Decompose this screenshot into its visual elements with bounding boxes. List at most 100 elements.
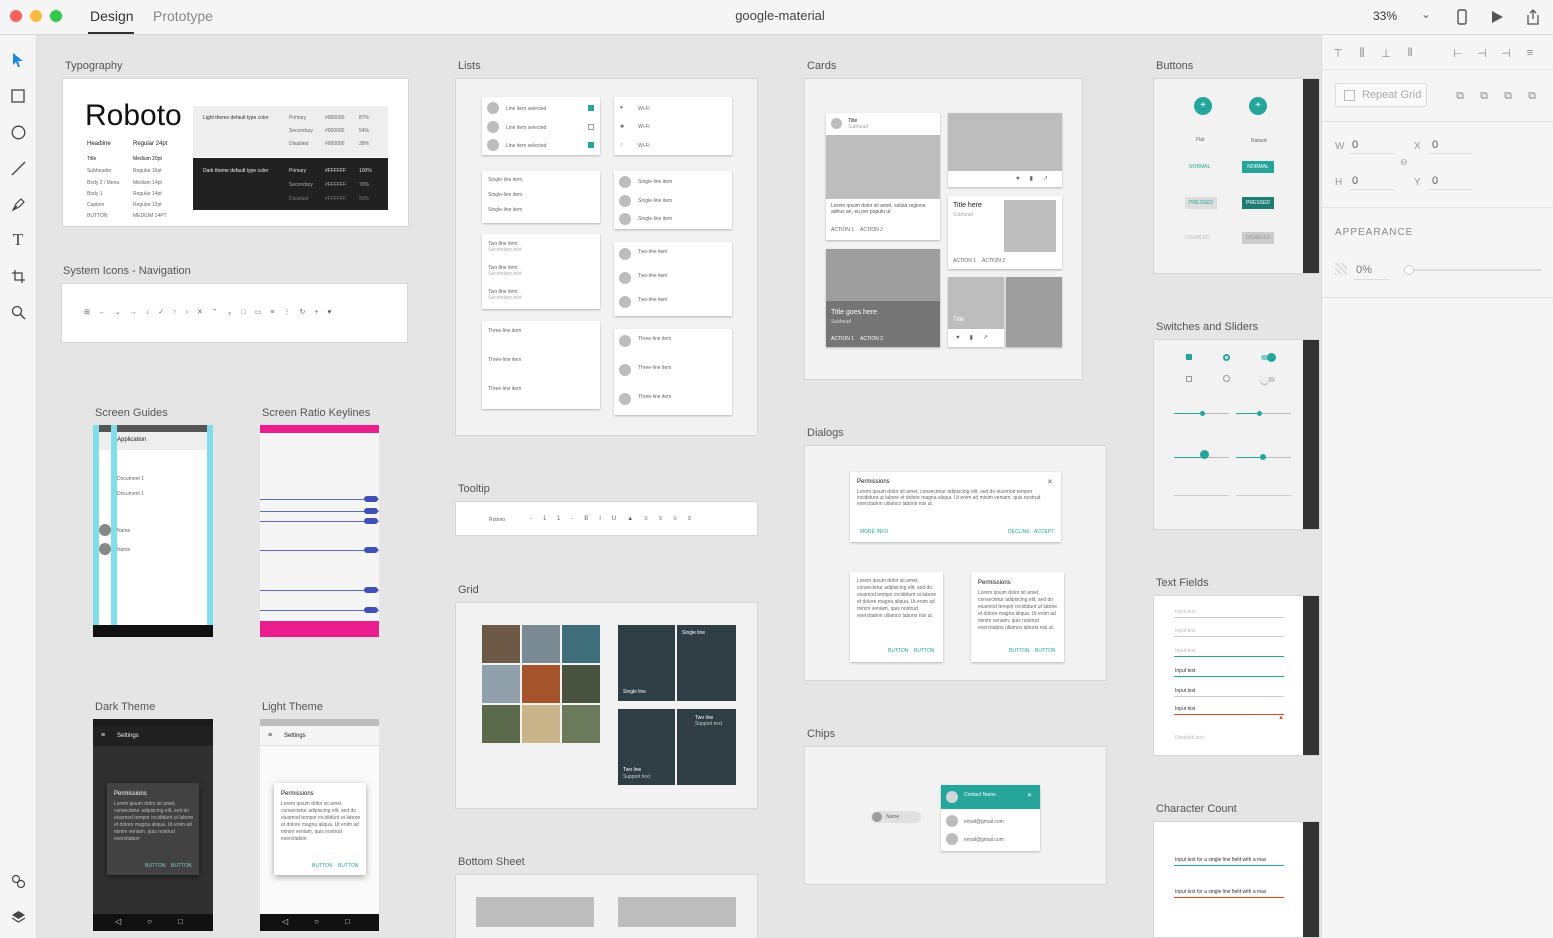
char-count-field[interactable]: Input text for a single line field with …: [1175, 889, 1266, 895]
artboard-label-screen-guides[interactable]: Screen Guides: [95, 407, 168, 419]
card[interactable]: Title here Subhead ACTION 1 ACTION 2: [948, 196, 1062, 269]
grid-image[interactable]: [522, 625, 560, 663]
artboard-label-bottom-sheet[interactable]: Bottom Sheet: [458, 856, 525, 868]
artboard-label-text-fields[interactable]: Text Fields: [1156, 577, 1209, 589]
card[interactable]: ♥▮↗: [948, 113, 1062, 187]
dialog-button[interactable]: BUTTON: [1035, 648, 1055, 654]
share-icon[interactable]: [1522, 6, 1544, 28]
dialog-button[interactable]: BUTTON: [171, 863, 191, 869]
artboard-label-light-theme[interactable]: Light Theme: [262, 701, 323, 713]
exclude-icon[interactable]: ⧉: [1524, 88, 1540, 104]
text-field-value[interactable]: Input text: [1175, 688, 1196, 694]
add-icon[interactable]: ⧉: [1452, 88, 1468, 104]
card[interactable]: [1006, 277, 1062, 347]
align-middle-icon[interactable]: ⫼: [1354, 45, 1370, 61]
dialog-button[interactable]: BUTTON: [312, 863, 332, 869]
design-canvas[interactable]: Typography Roboto Headline Regular 24pt …: [37, 35, 1321, 938]
grid-tile[interactable]: Single line: [618, 625, 675, 701]
artboard-lists[interactable]: Line item selected Line item selected Li…: [455, 78, 758, 436]
artboard-screen-ratio[interactable]: [260, 425, 379, 637]
close-window-button[interactable]: [10, 10, 22, 22]
dialog-button[interactable]: BUTTON: [914, 648, 934, 654]
slider-thumb[interactable]: [1200, 450, 1209, 459]
flat-button-normal[interactable]: NORMAL: [1189, 164, 1210, 170]
grid-tile[interactable]: Single line: [677, 625, 736, 701]
align-left-icon[interactable]: ⊢: [1450, 45, 1466, 61]
play-icon[interactable]: [1486, 6, 1508, 28]
artboard-label-cards[interactable]: Cards: [807, 60, 836, 72]
dialog-button[interactable]: BUTTON: [145, 863, 165, 869]
card-action[interactable]: ACTION 1: [953, 258, 976, 264]
pen-tool-icon[interactable]: [7, 193, 29, 215]
checkbox[interactable]: [588, 142, 594, 148]
card[interactable]: Title goes here Subhead ACTION 1 ACTION …: [826, 249, 940, 347]
slider[interactable]: [1174, 411, 1229, 416]
align-bottom-icon[interactable]: ⊥: [1378, 45, 1394, 61]
artboard-label-typography[interactable]: Typography: [65, 60, 122, 72]
card-action[interactable]: ACTION 2: [860, 336, 883, 342]
slider-thumb[interactable]: [1257, 411, 1262, 416]
card-action-icons[interactable]: ♥▮↗: [1016, 175, 1058, 182]
contact-email[interactable]: email@gmail.com: [964, 819, 1004, 825]
artboard-label-lists[interactable]: Lists: [458, 60, 481, 72]
height-input[interactable]: 0: [1352, 175, 1358, 187]
slider[interactable]: [1236, 454, 1291, 460]
artboard-dark-theme[interactable]: ≡ Settings Permissions Lorem ipsum dolor…: [93, 719, 213, 931]
menu-icon[interactable]: ≡: [268, 732, 272, 739]
artboard-bottom-sheet[interactable]: [455, 874, 758, 938]
grid-image[interactable]: [482, 705, 520, 743]
artboard-label-buttons[interactable]: Buttons: [1156, 60, 1193, 72]
artboard-text-fields[interactable]: Input text Input text Input text Input t…: [1153, 595, 1320, 756]
lock-ratio-icon[interactable]: ⊖: [1400, 157, 1408, 168]
align-right-icon[interactable]: ⊣: [1498, 45, 1514, 61]
artboard-label-character-count[interactable]: Character Count: [1156, 803, 1237, 815]
raised-button-pressed[interactable]: PRESSED: [1242, 197, 1274, 209]
card-action[interactable]: ACTION 2: [860, 227, 883, 233]
slider-thumb[interactable]: [1260, 454, 1266, 460]
dialog-decline-button[interactable]: DECLINE: [1008, 529, 1030, 535]
text-field-value[interactable]: Input text: [1175, 668, 1196, 674]
y-input[interactable]: 0: [1432, 175, 1438, 187]
dialog-accept-button[interactable]: ACCEPT: [1034, 529, 1054, 535]
artboard-label-dark-theme[interactable]: Dark Theme: [95, 701, 155, 713]
artboard-label-screen-ratio[interactable]: Screen Ratio Keylines: [262, 407, 370, 419]
switch-on[interactable]: [1261, 353, 1276, 362]
contact-email[interactable]: email@gmail.com: [964, 837, 1004, 843]
flat-button-pressed[interactable]: PRESSED: [1185, 197, 1217, 209]
line-tool-icon[interactable]: [7, 157, 29, 179]
menu-icon[interactable]: ≡: [101, 732, 105, 739]
fab-button[interactable]: +: [1249, 97, 1267, 115]
artboard-character-count[interactable]: Input text for a single line field with …: [1153, 821, 1320, 938]
distribute-vertical-icon[interactable]: ≡: [1522, 45, 1538, 61]
card-action[interactable]: ACTION 1: [831, 336, 854, 342]
opacity-input[interactable]: 0%: [1356, 264, 1372, 276]
text-tool-icon[interactable]: T: [7, 229, 29, 251]
grid-image[interactable]: [562, 665, 600, 703]
artboard-tool-icon[interactable]: [7, 265, 29, 287]
align-center-icon[interactable]: ⊣: [1474, 45, 1490, 61]
zoom-tool-icon[interactable]: [7, 301, 29, 323]
grid-image[interactable]: [482, 625, 520, 663]
card-action[interactable]: ACTION 1: [831, 227, 854, 233]
align-top-icon[interactable]: ⊤: [1330, 45, 1346, 61]
text-field-label[interactable]: Input text: [1175, 648, 1196, 654]
artboard-label-system-icons[interactable]: System Icons - Navigation: [63, 265, 191, 277]
grid-image[interactable]: [562, 705, 600, 743]
slider-thumb[interactable]: [1200, 411, 1205, 416]
artboard-system-icons[interactable]: ⊞←⌄→↓✓↑›✕⌃⌄□▭≡⋮↻+♥: [61, 283, 408, 343]
x-input[interactable]: 0: [1432, 139, 1438, 151]
subtract-icon[interactable]: ⧉: [1476, 88, 1492, 104]
close-icon[interactable]: ✕: [1027, 792, 1032, 799]
nav-buttons[interactable]: ◁○□: [282, 917, 376, 926]
grid-tile[interactable]: Two line Support text: [677, 709, 736, 785]
card-action-icons[interactable]: ♥▮↗: [956, 334, 998, 341]
width-input[interactable]: 0: [1352, 139, 1358, 151]
char-count-field[interactable]: Input text for a single line field with …: [1175, 857, 1266, 863]
grid-tile[interactable]: Two line Support text: [618, 709, 675, 785]
minimize-window-button[interactable]: [30, 10, 42, 22]
artboard-label-tooltip[interactable]: Tooltip: [458, 483, 490, 495]
nav-buttons[interactable]: ◁○□: [115, 917, 209, 926]
dialog-button[interactable]: BUTTON: [888, 648, 908, 654]
chip[interactable]: Name: [871, 811, 921, 823]
checkbox-unchecked[interactable]: [1186, 376, 1192, 382]
